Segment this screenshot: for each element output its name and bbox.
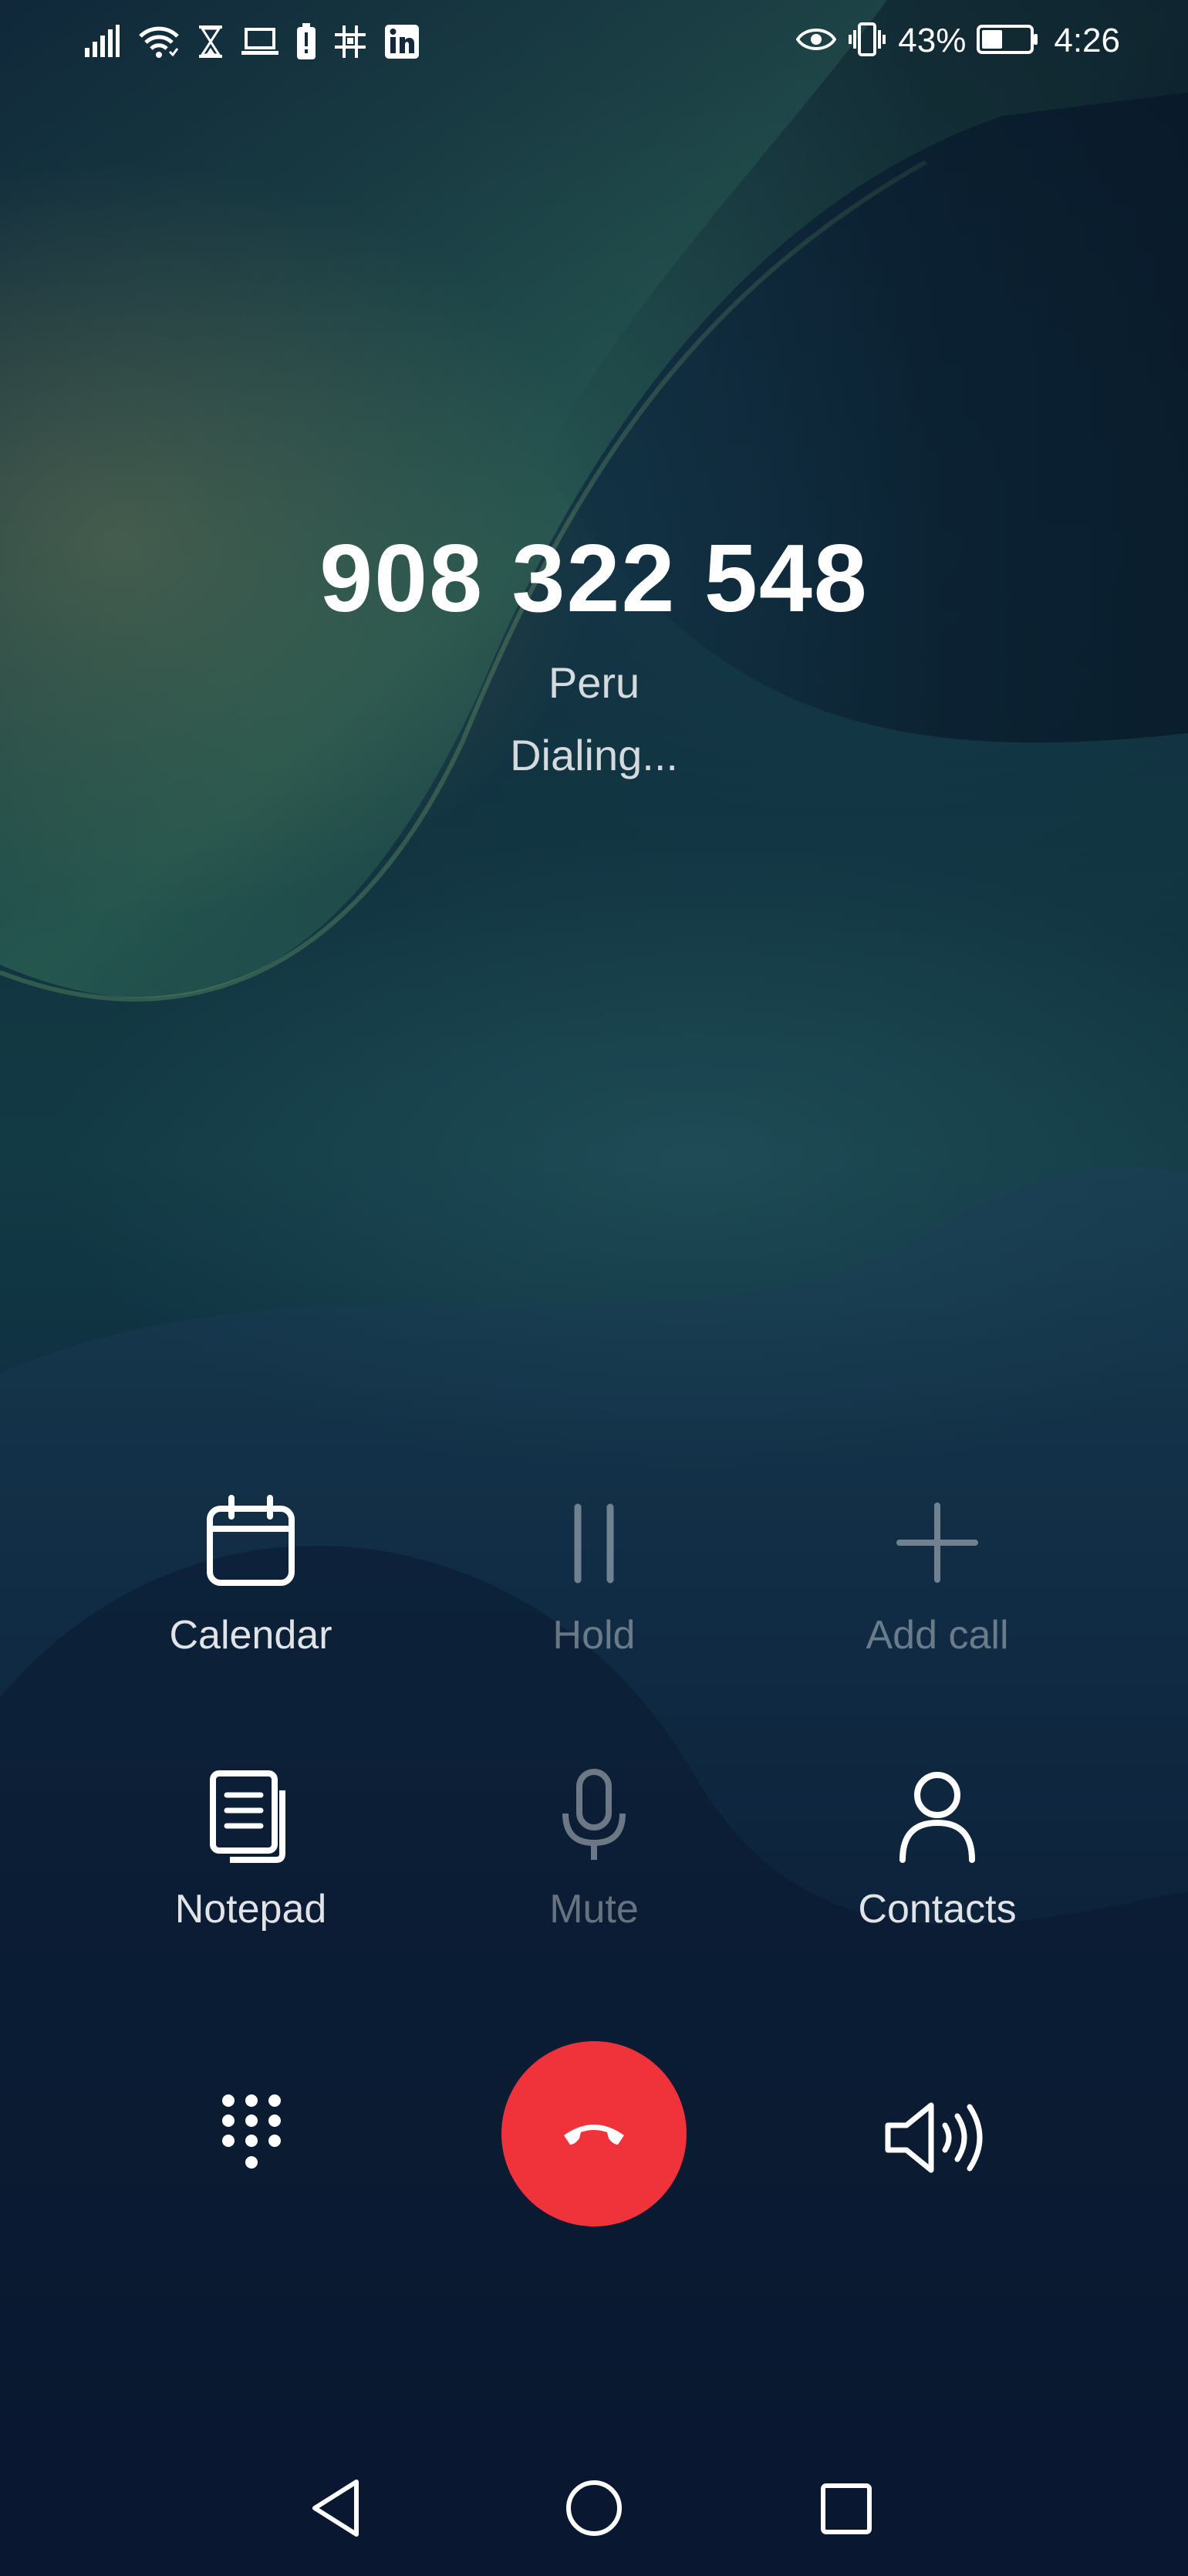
hold-button[interactable]: Hold bbox=[432, 1493, 756, 1660]
microphone-icon bbox=[432, 1767, 756, 1864]
laptop-icon bbox=[241, 26, 279, 61]
call-status: Dialing... bbox=[510, 731, 678, 779]
calendar-label: Calendar bbox=[169, 1613, 332, 1658]
dialpad-icon bbox=[213, 2094, 290, 2179]
mute-button[interactable]: Mute bbox=[432, 1767, 756, 1934]
navigation-bar bbox=[0, 2454, 1188, 2562]
add-call-button[interactable]: Add call bbox=[775, 1493, 1099, 1660]
wifi-icon bbox=[137, 24, 181, 63]
notepad-button[interactable]: Notepad bbox=[89, 1767, 413, 1934]
person-icon bbox=[775, 1767, 1099, 1864]
end-call-button[interactable] bbox=[501, 2041, 687, 2226]
caller-info: 908 322 548 Peru Dialing... bbox=[0, 525, 1188, 783]
back-triangle-icon[interactable] bbox=[309, 2477, 363, 2543]
vibrate-icon bbox=[847, 21, 887, 62]
eye-icon bbox=[795, 25, 837, 57]
contacts-button[interactable]: Contacts bbox=[775, 1767, 1099, 1934]
clock: 4:26 bbox=[1054, 22, 1120, 59]
hourglass-icon bbox=[197, 24, 224, 63]
hang-up-icon bbox=[559, 2117, 629, 2152]
speaker-button[interactable] bbox=[883, 2099, 987, 2176]
hold-label: Hold bbox=[552, 1613, 636, 1658]
status-bar-right: 43% 4:26 bbox=[795, 20, 1120, 62]
speaker-icon bbox=[883, 2102, 987, 2179]
status-bar-left bbox=[83, 23, 420, 64]
mute-label: Mute bbox=[549, 1887, 639, 1932]
add-call-label: Add call bbox=[866, 1613, 1009, 1658]
battery-alert-icon bbox=[296, 23, 316, 64]
phone-number: 908 322 548 bbox=[319, 526, 869, 632]
battery-percent: 43% bbox=[898, 22, 967, 59]
recents-square-icon[interactable] bbox=[819, 2482, 873, 2540]
pause-icon bbox=[432, 1493, 756, 1591]
home-circle-icon[interactable] bbox=[565, 2479, 623, 2541]
linkedin-icon bbox=[384, 24, 420, 63]
calendar-icon bbox=[89, 1493, 413, 1591]
dialpad-button[interactable] bbox=[213, 2091, 290, 2176]
hashtag-icon bbox=[333, 24, 367, 63]
contacts-label: Contacts bbox=[858, 1887, 1017, 1932]
battery-icon bbox=[977, 24, 1038, 59]
signal-icon bbox=[83, 25, 120, 63]
calendar-button[interactable]: Calendar bbox=[89, 1493, 413, 1660]
notepad-label: Notepad bbox=[174, 1887, 327, 1932]
notepad-icon bbox=[89, 1767, 413, 1864]
status-bar: 43% 4:26 bbox=[0, 0, 1188, 85]
caller-location: Peru bbox=[548, 658, 640, 707]
plus-icon bbox=[775, 1493, 1099, 1591]
